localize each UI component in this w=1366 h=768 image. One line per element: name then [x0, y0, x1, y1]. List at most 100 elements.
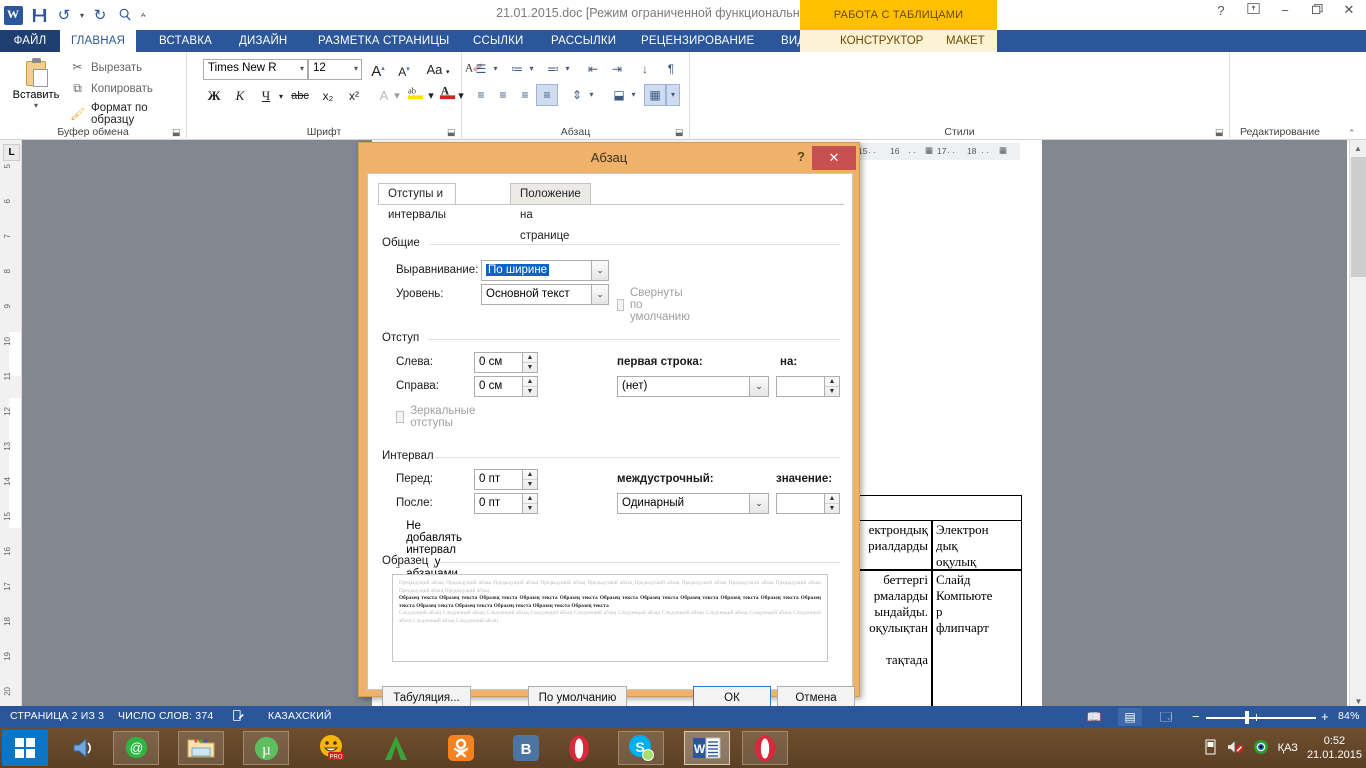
- stepper-up-icon[interactable]: ▲: [523, 353, 537, 363]
- start-button[interactable]: [2, 730, 48, 766]
- level-combo[interactable]: Основной текст ⌄: [481, 284, 609, 305]
- tab-insert[interactable]: ВСТАВКА: [148, 30, 223, 52]
- first-line-chevron-down-icon[interactable]: ⌄: [749, 377, 768, 396]
- paste-caret-icon[interactable]: ▾: [8, 101, 64, 110]
- file-explorer-icon[interactable]: [178, 731, 224, 765]
- dialog-close-button[interactable]: ✕: [812, 146, 856, 170]
- zoom-level[interactable]: 84%: [1338, 710, 1360, 722]
- space-before-stepper[interactable]: ▲ ▼: [522, 470, 537, 489]
- superscript-icon[interactable]: x²: [343, 85, 365, 107]
- page-indicator[interactable]: СТРАНИЦА 2 ИЗ 3: [10, 710, 104, 722]
- smiley-pro-icon[interactable]: PRO: [308, 731, 354, 765]
- line-spacing-icon[interactable]: ⇕: [566, 84, 588, 106]
- space-after-spinner[interactable]: 0 пт ▲ ▼: [474, 493, 538, 514]
- indent-right-spinner[interactable]: 0 см ▲ ▼: [474, 376, 538, 397]
- help-icon[interactable]: ?: [1212, 3, 1230, 18]
- change-case-icon[interactable]: Aa ▾: [423, 59, 453, 81]
- read-mode-icon[interactable]: 📖: [1082, 708, 1106, 726]
- zoom-slider-track[interactable]: [1206, 717, 1316, 719]
- shading-caret-icon[interactable]: ▾: [628, 84, 639, 106]
- volume-muted-icon[interactable]: [1227, 739, 1244, 758]
- word-count[interactable]: ЧИСЛО СЛОВ: 374: [118, 710, 213, 722]
- stepper-up-icon[interactable]: ▲: [523, 377, 537, 387]
- highlight-caret-icon[interactable]: ▾: [425, 85, 437, 107]
- format-painter-button[interactable]: 🖌 Формат по образцу: [70, 102, 186, 126]
- vertical-scrollbar[interactable]: ▲ ▼: [1349, 140, 1366, 710]
- vk-icon[interactable]: B: [503, 731, 549, 765]
- borders-caret-icon[interactable]: ▾: [666, 84, 680, 106]
- tab-page-layout[interactable]: РАЗМЕТКА СТРАНИЦЫ: [307, 30, 460, 52]
- dialog-help-icon[interactable]: ?: [797, 149, 805, 164]
- shrink-font-icon[interactable]: A▾: [393, 59, 415, 81]
- tab-indents-and-spacing[interactable]: Отступы и интервалы: [378, 183, 457, 221]
- tab-table-design[interactable]: КОНСТРУКТОР: [830, 30, 933, 52]
- table-cell[interactable]: Слайд Компьюте р флипчарт: [932, 570, 1022, 710]
- font-size-caret-icon[interactable]: ▾: [354, 64, 358, 73]
- align-left-icon[interactable]: ≡: [470, 84, 492, 106]
- show-hidden-icons-icon[interactable]: [1204, 739, 1218, 758]
- opera-icon-2[interactable]: [742, 731, 788, 765]
- stepper-down-icon[interactable]: ▼: [825, 504, 839, 514]
- underline-icon[interactable]: Ч: [255, 85, 277, 107]
- stepper-down-icon[interactable]: ▼: [825, 387, 839, 397]
- zoom-out-button[interactable]: −: [1192, 709, 1200, 724]
- web-layout-icon[interactable]: 🗔: [1154, 708, 1178, 726]
- skype-icon[interactable]: S: [618, 731, 664, 765]
- numbering-icon[interactable]: ≔: [506, 58, 528, 80]
- first-line-combo[interactable]: (нет) ⌄: [617, 376, 769, 397]
- increase-indent-icon[interactable]: ⇥: [606, 58, 628, 80]
- stepper-down-icon[interactable]: ▼: [523, 480, 537, 490]
- numbering-caret-icon[interactable]: ▾: [526, 58, 537, 80]
- scroll-up-icon[interactable]: ▲: [1350, 140, 1366, 157]
- align-center-icon[interactable]: ≡: [492, 84, 514, 106]
- multilevel-list-icon[interactable]: ≕: [542, 58, 564, 80]
- decrease-indent-icon[interactable]: ⇤: [582, 58, 604, 80]
- sign-in-link[interactable]: Вход: [1336, 32, 1362, 44]
- indent-left-spinner[interactable]: 0 см ▲ ▼: [474, 352, 538, 373]
- by-stepper[interactable]: ▲ ▼: [824, 377, 839, 396]
- stepper-down-icon[interactable]: ▼: [523, 504, 537, 514]
- shading-icon[interactable]: ⬓: [608, 84, 630, 106]
- eye-icon[interactable]: [1253, 739, 1269, 758]
- bullets-caret-icon[interactable]: ▾: [490, 58, 501, 80]
- language-indicator-tray[interactable]: ҚАЗ: [1278, 742, 1298, 754]
- cut-button[interactable]: ✂ Вырезать: [70, 60, 142, 75]
- level-chevron-down-icon[interactable]: ⌄: [591, 285, 608, 304]
- collapsed-by-default-checkbox[interactable]: Свернуты по умолчанию: [617, 287, 695, 323]
- opera-icon[interactable]: [556, 731, 602, 765]
- spacing-at-stepper[interactable]: ▲ ▼: [824, 494, 839, 513]
- alignment-chevron-down-icon[interactable]: ⌄: [591, 261, 608, 280]
- tab-mailings[interactable]: РАССЫЛКИ: [540, 30, 627, 52]
- font-name-caret-icon[interactable]: ▾: [300, 64, 304, 73]
- space-after-stepper[interactable]: ▲ ▼: [522, 494, 537, 513]
- restore-icon[interactable]: [1308, 3, 1326, 18]
- bold-icon[interactable]: Ж: [203, 85, 225, 107]
- italic-icon[interactable]: К: [229, 85, 251, 107]
- multilevel-caret-icon[interactable]: ▾: [562, 58, 573, 80]
- align-right-icon[interactable]: ≡: [514, 84, 536, 106]
- tab-home[interactable]: ГЛАВНАЯ: [60, 30, 137, 52]
- table-column-handle-icon[interactable]: ▦: [999, 145, 1007, 156]
- indent-right-stepper[interactable]: ▲ ▼: [522, 377, 537, 396]
- subscript-icon[interactable]: x₂: [317, 85, 339, 107]
- alignment-combo[interactable]: По ширине ⌄: [481, 260, 609, 281]
- horizontal-ruler[interactable]: 15 · · 16 · · ▦ 17 · · 18 · · ▦: [855, 143, 1020, 160]
- tab-selector-button[interactable]: L: [3, 144, 20, 161]
- vertical-ruler[interactable]: 5 6 7 8 9 10 11 12 13 14 15 16 17 18 19 …: [0, 140, 22, 710]
- stepper-up-icon[interactable]: ▲: [523, 470, 537, 480]
- clock[interactable]: 0:52 21.01.2015: [1307, 734, 1362, 762]
- avast-icon[interactable]: [373, 731, 419, 765]
- text-effects-caret-icon[interactable]: ▾: [391, 85, 403, 107]
- zoom-slider-thumb[interactable]: [1245, 711, 1249, 724]
- tab-review[interactable]: РЕЦЕНЗИРОВАНИЕ: [630, 30, 765, 52]
- indent-left-stepper[interactable]: ▲ ▼: [522, 353, 537, 372]
- by-spinner[interactable]: ▲ ▼: [776, 376, 840, 397]
- clipboard-dialog-launcher-icon[interactable]: ⬓: [172, 127, 182, 137]
- spacing-at-spinner[interactable]: ▲ ▼: [776, 493, 840, 514]
- proofing-icon[interactable]: [232, 709, 245, 725]
- highlight-color-icon[interactable]: ab: [405, 83, 427, 105]
- sort-icon[interactable]: ↓: [634, 58, 656, 80]
- whatsapp-icon[interactable]: @: [113, 731, 159, 765]
- tab-file[interactable]: ФАЙЛ: [0, 30, 60, 52]
- strikethrough-icon[interactable]: abc: [289, 85, 311, 107]
